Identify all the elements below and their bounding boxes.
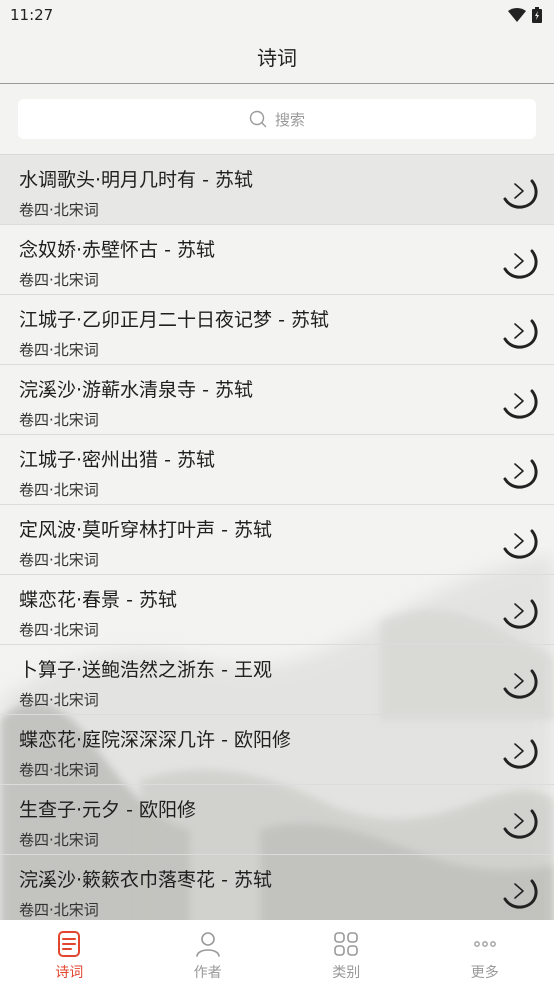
poem-subtitle: 卷四·北宋词 <box>19 691 99 709</box>
poem-title: 生查子·元夕 - 欧阳修 <box>19 799 196 821</box>
poem-title: 浣溪沙·游蕲水清泉寺 - 苏轼 <box>19 379 253 401</box>
poem-subtitle: 卷四·北宋词 <box>19 901 99 919</box>
chevron-right-icon <box>503 319 538 349</box>
wifi-icon <box>508 8 526 22</box>
tab-poems[interactable]: 诗词 <box>0 920 139 986</box>
chevron-right-icon <box>503 739 538 769</box>
list-item[interactable]: 卜算子·送鲍浩然之浙东 - 王观 卷四·北宋词 <box>0 645 554 715</box>
list-item[interactable]: 江城子·乙卯正月二十日夜记梦 - 苏轼 卷四·北宋词 <box>0 295 554 365</box>
chevron-right-icon <box>503 879 538 909</box>
chevron-right-icon <box>503 809 538 839</box>
app-header: 诗词 <box>0 30 554 84</box>
list-item[interactable]: 浣溪沙·游蕲水清泉寺 - 苏轼 卷四·北宋词 <box>0 365 554 435</box>
poem-title: 念奴娇·赤壁怀古 - 苏轼 <box>19 239 215 261</box>
tab-more[interactable]: 更多 <box>416 920 554 986</box>
poem-subtitle: 卷四·北宋词 <box>19 761 99 779</box>
search-bar[interactable]: 搜索 <box>18 99 536 139</box>
poem-title: 蝶恋花·春景 - 苏轼 <box>19 589 177 611</box>
list-item[interactable]: 水调歌头·明月几时有 - 苏轼 卷四·北宋词 <box>0 155 554 225</box>
list-item[interactable]: 江城子·密州出猎 - 苏轼 卷四·北宋词 <box>0 435 554 505</box>
poem-subtitle: 卷四·北宋词 <box>19 411 99 429</box>
status-bar: 11:27 <box>0 0 554 30</box>
chevron-right-icon <box>503 529 538 559</box>
poem-title: 卜算子·送鲍浩然之浙东 - 王观 <box>19 659 272 681</box>
poem-title: 定风波·莫听穿林打叶声 - 苏轼 <box>19 519 272 541</box>
chevron-right-icon <box>503 459 538 489</box>
bottom-tab-bar: 诗词 作者 类别 更多 <box>0 920 554 986</box>
chevron-right-icon <box>503 179 538 209</box>
person-icon <box>195 932 220 957</box>
tab-authors[interactable]: 作者 <box>139 920 278 986</box>
list-item[interactable]: 念奴娇·赤壁怀古 - 苏轼 卷四·北宋词 <box>0 225 554 295</box>
tab-categories[interactable]: 类别 <box>277 920 416 986</box>
chevron-right-icon <box>503 669 538 699</box>
status-time: 11:27 <box>10 6 54 24</box>
tab-label: 类别 <box>332 965 361 981</box>
battery-icon <box>532 7 542 23</box>
poem-title: 江城子·乙卯正月二十日夜记梦 - 苏轼 <box>19 309 329 331</box>
poem-title: 蝶恋花·庭院深深深几许 - 欧阳修 <box>19 729 291 751</box>
tab-label: 诗词 <box>55 965 84 981</box>
more-icon <box>473 941 496 947</box>
chevron-right-icon <box>503 599 538 629</box>
poem-subtitle: 卷四·北宋词 <box>19 481 99 499</box>
list-item[interactable]: 蝶恋花·春景 - 苏轼 卷四·北宋词 <box>0 575 554 645</box>
status-icons <box>508 7 542 23</box>
tab-label: 作者 <box>193 965 222 981</box>
chevron-right-icon <box>503 249 538 279</box>
list-item[interactable]: 浣溪沙·簌簌衣巾落枣花 - 苏轼 卷四·北宋词 <box>0 855 554 925</box>
list-item[interactable]: 定风波·莫听穿林打叶声 - 苏轼 卷四·北宋词 <box>0 505 554 575</box>
poem-subtitle: 卷四·北宋词 <box>19 831 99 849</box>
poem-subtitle: 卷四·北宋词 <box>19 621 99 639</box>
chevron-right-icon <box>503 389 538 419</box>
page-title: 诗词 <box>257 46 297 70</box>
poem-icon <box>58 931 81 957</box>
poem-title: 水调歌头·明月几时有 - 苏轼 <box>19 169 253 191</box>
list-item[interactable]: 蝶恋花·庭院深深深几许 - 欧阳修 卷四·北宋词 <box>0 715 554 785</box>
poem-title: 江城子·密州出猎 - 苏轼 <box>19 449 215 471</box>
poem-subtitle: 卷四·北宋词 <box>19 201 99 219</box>
tab-label: 更多 <box>470 965 499 981</box>
search-icon <box>249 110 267 128</box>
poem-subtitle: 卷四·北宋词 <box>19 271 99 289</box>
list-item[interactable]: 生查子·元夕 - 欧阳修 卷四·北宋词 <box>0 785 554 855</box>
category-icon <box>334 932 359 956</box>
poem-subtitle: 卷四·北宋词 <box>19 551 99 569</box>
poem-subtitle: 卷四·北宋词 <box>19 341 99 359</box>
poem-title: 浣溪沙·簌簌衣巾落枣花 - 苏轼 <box>19 869 272 891</box>
poem-list: 水调歌头·明月几时有 - 苏轼 卷四·北宋词 念奴娇·赤壁怀古 - 苏轼 卷四·… <box>0 154 554 925</box>
search-placeholder: 搜索 <box>274 110 305 129</box>
